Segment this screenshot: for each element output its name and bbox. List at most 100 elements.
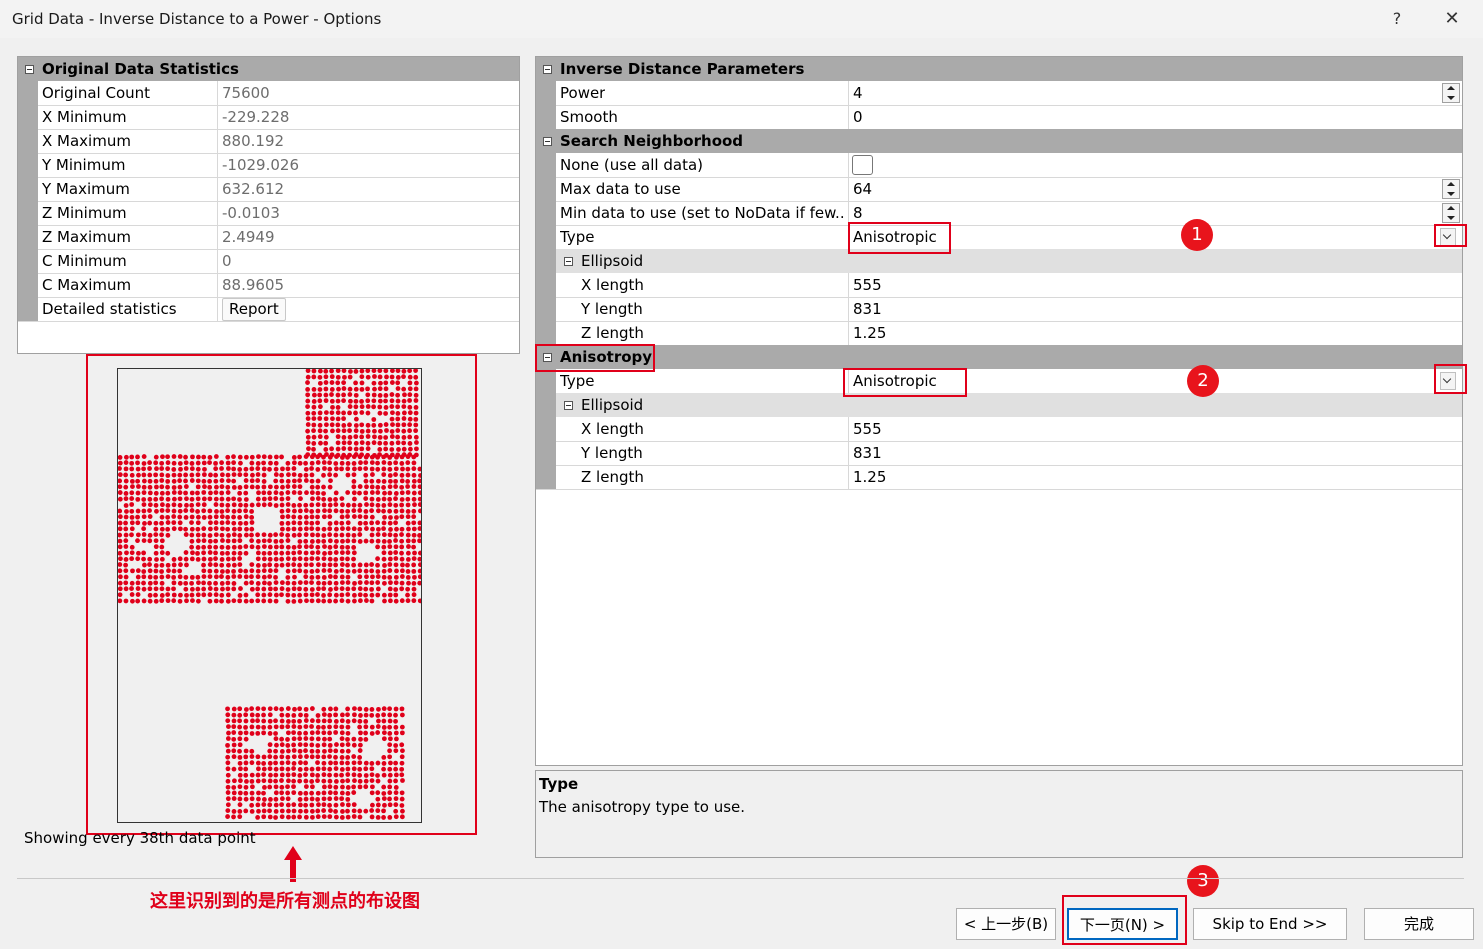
search-y-label: Y length — [581, 300, 643, 318]
skip-to-end-button[interactable]: Skip to End >> — [1193, 908, 1347, 940]
aniso-type-dropdown-icon[interactable] — [1440, 372, 1456, 390]
stats-label: C Minimum — [42, 252, 127, 270]
stats-row: Z Minimum -0.0103 — [18, 201, 519, 226]
aniso-x-row[interactable]: X length 555 — [536, 417, 1462, 442]
search-z-value[interactable]: 1.25 — [848, 321, 1462, 345]
search-type-value[interactable]: Anisotropic — [848, 225, 1462, 249]
search-z-row[interactable]: Z length 1.25 — [536, 321, 1462, 346]
window-title: Grid Data - Inverse Distance to a Power … — [12, 10, 382, 28]
stats-row: X Maximum 880.192 — [18, 129, 519, 154]
stats-row: Y Maximum 632.612 — [18, 177, 519, 202]
search-category[interactable]: Search Neighborhood — [536, 129, 1462, 153]
smooth-row[interactable]: Smooth 0 — [536, 105, 1462, 130]
min-label: Min data to use (set to NoData if few... — [560, 204, 844, 222]
idp-category[interactable]: Inverse Distance Parameters — [536, 57, 1462, 81]
search-y-row[interactable]: Y length 831 — [536, 297, 1462, 322]
report-button[interactable]: Report — [222, 298, 286, 321]
none-row[interactable]: None (use all data) — [536, 153, 1462, 178]
stats-value: 0 — [217, 249, 519, 273]
stats-header: Original Data Statistics — [42, 60, 239, 78]
aniso-type-row[interactable]: Type Anisotropic — [536, 369, 1462, 394]
statistics-grid: Original Data Statistics Original Count 7… — [17, 56, 520, 354]
stats-label: Y Minimum — [42, 156, 126, 174]
stats-label: C Maximum — [42, 276, 132, 294]
power-label: Power — [560, 84, 606, 102]
description-panel: Type The anisotropy type to use. — [535, 770, 1463, 858]
parameters-grid: Inverse Distance Parameters Power 4 Smoo… — [535, 56, 1463, 766]
search-type-dropdown-icon[interactable] — [1440, 228, 1456, 246]
preview-caption: Showing every 38th data point — [24, 829, 256, 847]
points-preview — [118, 369, 421, 820]
power-spinner[interactable] — [1442, 83, 1460, 103]
search-x-label: X length — [581, 276, 644, 294]
min-spinner[interactable] — [1442, 203, 1460, 223]
none-label: None (use all data) — [560, 156, 704, 174]
min-row[interactable]: Min data to use (set to NoData if few...… — [536, 201, 1462, 226]
aniso-y-row[interactable]: Y length 831 — [536, 441, 1462, 466]
search-z-label: Z length — [581, 324, 644, 342]
points-preview-frame — [117, 368, 422, 823]
stats-row: Z Maximum 2.4949 — [18, 225, 519, 250]
anisotropy-header: Anisotropy — [560, 348, 653, 366]
stats-value: -0.0103 — [217, 201, 519, 225]
idp-header: Inverse Distance Parameters — [560, 60, 805, 78]
search-header: Search Neighborhood — [560, 132, 744, 150]
aniso-z-row[interactable]: Z length 1.25 — [536, 465, 1462, 490]
stats-row: Y Minimum -1029.026 — [18, 153, 519, 178]
none-value-cell — [848, 153, 1462, 177]
collapse-icon[interactable] — [543, 353, 552, 362]
stats-row: Original Count 75600 — [18, 81, 519, 106]
collapse-icon[interactable] — [25, 65, 34, 74]
search-ellipsoid-row[interactable]: Ellipsoid — [536, 249, 1462, 273]
max-row[interactable]: Max data to use 64 — [536, 177, 1462, 202]
stats-category[interactable]: Original Data Statistics — [18, 57, 519, 81]
stats-label: Y Maximum — [42, 180, 130, 198]
stats-label: Original Count — [42, 84, 151, 102]
stats-value: 880.192 — [217, 129, 519, 153]
search-type-row[interactable]: Type Anisotropic — [536, 225, 1462, 250]
aniso-y-value[interactable]: 831 — [848, 441, 1462, 465]
back-button[interactable]: < 上一步(B) — [956, 908, 1056, 940]
none-checkbox[interactable] — [852, 155, 873, 175]
help-button[interactable]: ? — [1385, 6, 1409, 32]
collapse-icon[interactable] — [564, 257, 573, 266]
stats-row: C Maximum 88.9605 — [18, 273, 519, 298]
stats-label: Z Maximum — [42, 228, 131, 246]
close-button[interactable]: ✕ — [1438, 6, 1466, 32]
aniso-y-label: Y length — [581, 444, 643, 462]
search-y-value[interactable]: 831 — [848, 297, 1462, 321]
anisotropy-category[interactable]: Anisotropy — [536, 345, 1462, 369]
search-x-value[interactable]: 555 — [848, 273, 1462, 297]
collapse-icon[interactable] — [543, 137, 552, 146]
finish-button[interactable]: 完成 — [1364, 908, 1474, 940]
max-spinner[interactable] — [1442, 179, 1460, 199]
stats-value: 88.9605 — [217, 273, 519, 297]
stats-value: 2.4949 — [217, 225, 519, 249]
aniso-type-value[interactable]: Anisotropic — [848, 369, 1462, 393]
aniso-ellipsoid-row[interactable]: Ellipsoid — [536, 393, 1462, 417]
stats-label: X Maximum — [42, 132, 131, 150]
stats-value: 75600 — [217, 81, 519, 105]
stats-row: C Minimum 0 — [18, 249, 519, 274]
search-ellipsoid-label: Ellipsoid — [581, 252, 644, 270]
preview-annotation: 这里识别到的是所有测点的布设图 — [150, 891, 420, 912]
collapse-icon[interactable] — [564, 401, 573, 410]
max-label: Max data to use — [560, 180, 681, 198]
marker-2: 2 — [1187, 365, 1219, 397]
max-value[interactable]: 64 — [848, 177, 1462, 201]
marker-1: 1 — [1181, 219, 1213, 251]
power-value[interactable]: 4 — [848, 81, 1462, 105]
power-row[interactable]: Power 4 — [536, 81, 1462, 106]
stats-value: 632.612 — [217, 177, 519, 201]
min-value[interactable]: 8 — [848, 201, 1462, 225]
description-title: Type — [539, 775, 579, 793]
aniso-z-value[interactable]: 1.25 — [848, 465, 1462, 489]
next-button[interactable]: 下一页(N) > — [1067, 908, 1178, 940]
collapse-icon[interactable] — [543, 65, 552, 74]
smooth-value[interactable]: 0 — [848, 105, 1462, 129]
stats-row: X Minimum -229.228 — [18, 105, 519, 130]
aniso-x-value[interactable]: 555 — [848, 417, 1462, 441]
stats-value: -1029.026 — [217, 153, 519, 177]
aniso-ellipsoid-label: Ellipsoid — [581, 396, 644, 414]
search-x-row[interactable]: X length 555 — [536, 273, 1462, 298]
